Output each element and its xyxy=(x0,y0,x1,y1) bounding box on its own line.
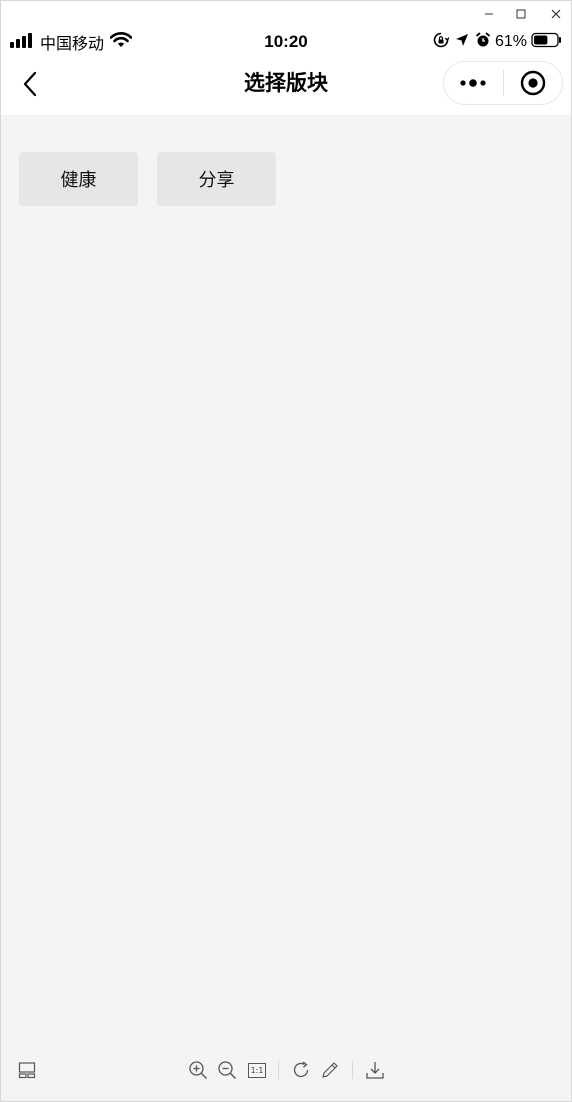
minimize-icon[interactable] xyxy=(480,5,498,23)
layout-icon[interactable] xyxy=(16,1059,38,1081)
location-icon xyxy=(455,33,469,52)
close-miniprogram-icon[interactable] xyxy=(503,62,562,104)
zoom-out-icon[interactable] xyxy=(216,1059,238,1081)
download-icon[interactable] xyxy=(364,1059,386,1081)
actual-size-icon[interactable]: 1:1 xyxy=(246,1059,268,1081)
app-window: 中国移动 10:20 61% 选择版块 健康 分享 1:1 xyxy=(0,0,572,1102)
zoom-in-icon[interactable] xyxy=(187,1059,209,1081)
category-button-share[interactable]: 分享 xyxy=(157,152,276,206)
alarm-icon xyxy=(475,32,491,53)
close-icon[interactable] xyxy=(547,5,565,23)
capsule-menu xyxy=(443,61,563,105)
maximize-icon[interactable] xyxy=(512,5,530,23)
battery-icon xyxy=(531,32,563,53)
navigation-bar: 选择版块 xyxy=(1,57,571,115)
orientation-lock-icon xyxy=(433,32,450,53)
toolbar-separator xyxy=(352,1061,353,1079)
edit-icon[interactable] xyxy=(319,1059,341,1081)
content-area: 健康 分享 xyxy=(1,115,571,1045)
category-button-health[interactable]: 健康 xyxy=(19,152,138,206)
rotate-icon[interactable] xyxy=(290,1059,312,1081)
status-bar: 中国移动 10:20 61% xyxy=(1,27,571,57)
toolbar-separator xyxy=(278,1061,279,1079)
viewer-toolbar: 1:1 xyxy=(1,1045,571,1101)
more-icon[interactable] xyxy=(444,62,503,104)
battery-percent: 61% xyxy=(494,33,527,50)
window-titlebar xyxy=(1,1,571,27)
actual-size-label: 1:1 xyxy=(248,1062,266,1078)
